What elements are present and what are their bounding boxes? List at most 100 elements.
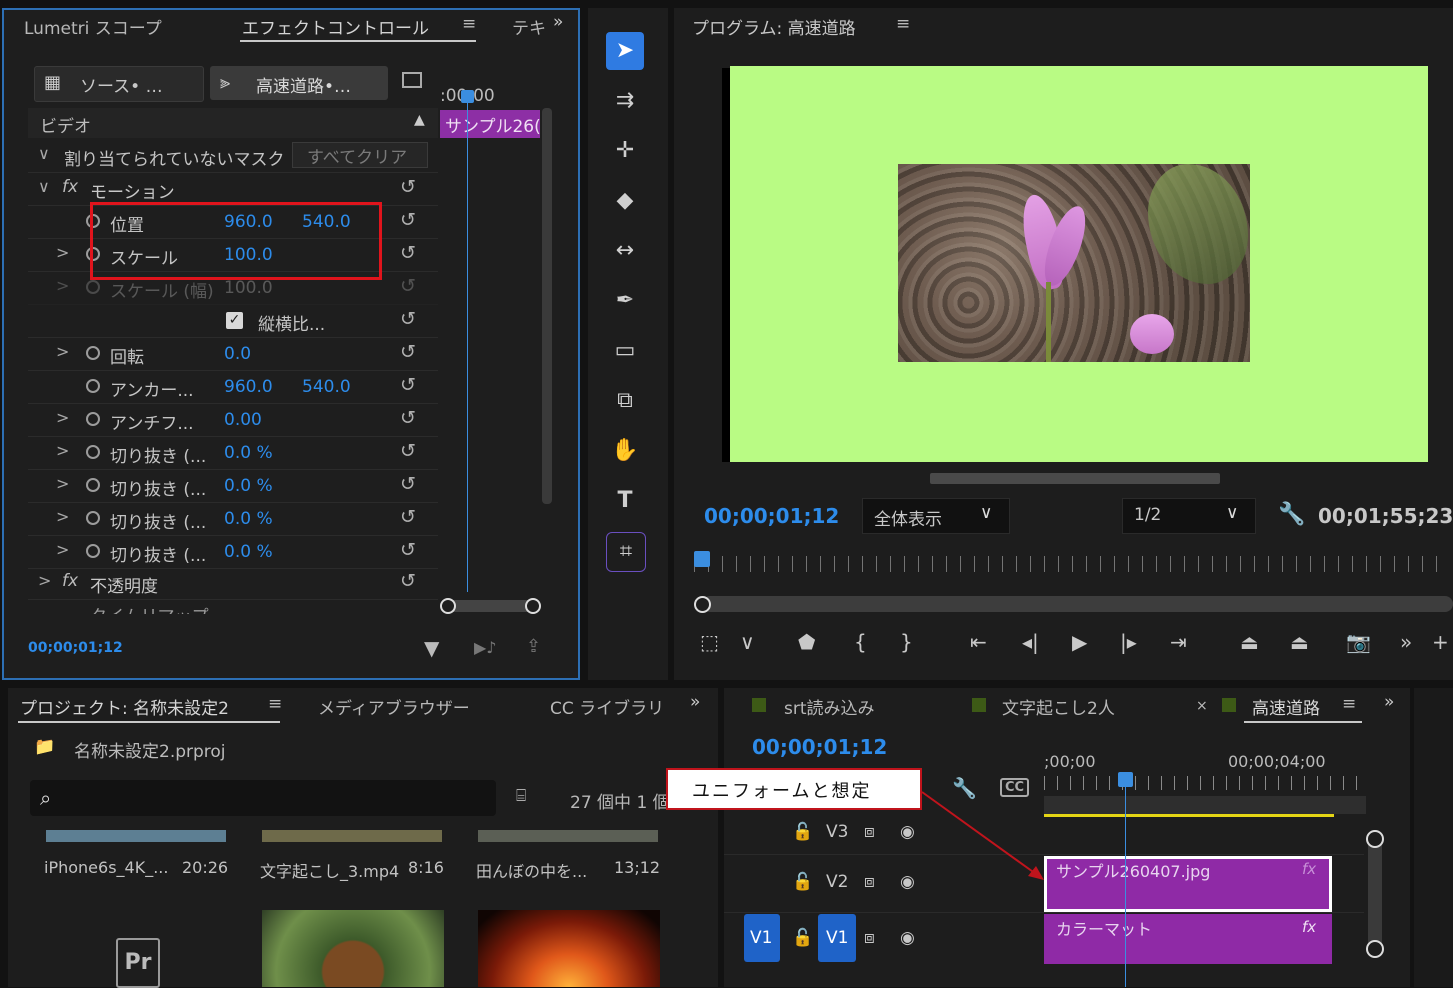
program-timecode[interactable]: 00;00;01;12 bbox=[704, 504, 839, 528]
crop-value[interactable]: 0.0 % bbox=[224, 476, 273, 496]
stopwatch-icon[interactable] bbox=[86, 544, 100, 558]
tab-cc-libraries[interactable]: CC ライブラリ bbox=[550, 694, 664, 719]
timeline-playhead-line[interactable] bbox=[1125, 786, 1126, 987]
thumbnail-waterwheel[interactable] bbox=[262, 910, 444, 987]
chevron-right-icon[interactable]: > bbox=[56, 441, 69, 460]
timeremap-row[interactable]: タイムリマップ bbox=[28, 600, 438, 614]
vertical-scrollbar[interactable] bbox=[1368, 838, 1382, 950]
selection-tool-icon[interactable]: ➤ bbox=[606, 32, 644, 70]
mark-in-icon[interactable]: { bbox=[854, 630, 867, 654]
zoom-handle-left[interactable] bbox=[440, 598, 456, 614]
premiere-file-icon[interactable]: Pr bbox=[116, 938, 160, 988]
reset-icon[interactable]: ↺ bbox=[400, 570, 416, 592]
pen-icon[interactable]: ✒ bbox=[606, 282, 644, 320]
mini-zoom-bar[interactable] bbox=[444, 600, 538, 612]
monitor-scrollbar[interactable] bbox=[930, 473, 1220, 484]
eye-icon[interactable]: ◉ bbox=[900, 872, 915, 892]
go-to-out-icon[interactable]: ⇥ bbox=[1170, 630, 1187, 654]
track-select-icon[interactable]: ⇉ bbox=[606, 82, 644, 120]
toggle-timeline-icon[interactable] bbox=[402, 72, 422, 88]
chevron-down-icon[interactable]: ∨ bbox=[740, 630, 755, 654]
tab-sequence-active[interactable]: 高速道路 bbox=[1252, 694, 1320, 719]
zoom-handle-left[interactable] bbox=[694, 596, 711, 613]
tab-lumetri-scope[interactable]: Lumetri スコープ bbox=[24, 14, 162, 39]
reset-icon[interactable]: ↺ bbox=[400, 242, 416, 264]
lock-icon[interactable]: 🔓 bbox=[792, 822, 813, 842]
program-playhead[interactable] bbox=[694, 551, 710, 567]
crop-value[interactable]: 0.0 % bbox=[224, 443, 273, 463]
reset-icon[interactable]: ↺ bbox=[400, 176, 416, 198]
anchor-x-value[interactable]: 960.0 bbox=[224, 377, 273, 397]
anchor-y-value[interactable]: 540.0 bbox=[302, 377, 351, 397]
thumbnail[interactable] bbox=[478, 830, 658, 842]
collapse-up-icon[interactable]: ▲ bbox=[414, 112, 425, 128]
reset-icon[interactable]: ↺ bbox=[400, 506, 416, 528]
safe-margins-icon[interactable]: ⬚ bbox=[700, 630, 719, 654]
tab-text[interactable]: テキ bbox=[512, 14, 546, 39]
panel-menu-icon[interactable]: ≡ bbox=[1342, 694, 1356, 714]
rectangle-icon[interactable]: ▭ bbox=[606, 332, 644, 370]
export-frame-icon[interactable]: 📷 bbox=[1346, 630, 1371, 654]
stopwatch-icon[interactable] bbox=[86, 445, 100, 459]
chevron-right-icon[interactable]: > bbox=[56, 342, 69, 361]
stopwatch-icon[interactable] bbox=[86, 511, 100, 525]
scroll-handle-bottom[interactable] bbox=[1366, 940, 1384, 958]
tab-sequence[interactable]: 文字起こし2人 bbox=[1002, 694, 1115, 719]
mark-out-icon[interactable]: } bbox=[900, 630, 913, 654]
eye-icon[interactable]: ◉ bbox=[900, 822, 915, 842]
mini-scrollbar[interactable] bbox=[542, 108, 552, 504]
stopwatch-icon[interactable] bbox=[86, 346, 100, 360]
eye-icon[interactable]: ◉ bbox=[900, 928, 915, 948]
mini-playhead-handle[interactable] bbox=[461, 90, 474, 103]
project-item-name[interactable]: 文字起こし_3.mp4 bbox=[260, 858, 399, 882]
timeline-ruler[interactable] bbox=[1044, 776, 1366, 790]
crop-value[interactable]: 0.0 % bbox=[224, 509, 273, 529]
reset-icon[interactable]: ↺ bbox=[400, 209, 416, 231]
project-item-name[interactable]: iPhone6s_4K_... bbox=[44, 858, 168, 877]
chevron-right-icon[interactable]: > bbox=[56, 474, 69, 493]
opacity-row[interactable]: > fx 不透明度 ↺ bbox=[28, 567, 438, 600]
program-time-ruler[interactable] bbox=[694, 556, 1444, 572]
track-label-v3[interactable]: V3 bbox=[826, 822, 848, 842]
overflow-chevron-icon[interactable]: » bbox=[690, 692, 700, 712]
reset-icon[interactable]: ↺ bbox=[400, 374, 416, 396]
mini-playhead[interactable] bbox=[467, 92, 468, 592]
timeline-timecode[interactable]: 00;00;01;12 bbox=[752, 735, 887, 759]
go-to-in-icon[interactable]: ⇤ bbox=[970, 630, 987, 654]
lock-icon[interactable]: 🔓 bbox=[792, 872, 813, 892]
rotation-value[interactable]: 0.0 bbox=[224, 344, 251, 364]
reset-icon[interactable]: ↺ bbox=[400, 341, 416, 363]
chevron-right-icon[interactable]: > bbox=[56, 408, 69, 427]
tab-effect-controls[interactable]: エフェクトコントロール bbox=[242, 14, 429, 39]
sync-lock-icon[interactable]: ⧈ bbox=[864, 928, 875, 948]
close-icon[interactable]: × bbox=[1196, 698, 1208, 714]
export-icon[interactable]: ⇪ bbox=[526, 636, 541, 657]
clear-all-button[interactable]: すべてクリア bbox=[292, 142, 428, 168]
add-button-icon[interactable]: + bbox=[1432, 630, 1449, 654]
tab-sequence[interactable]: srt読み込み bbox=[784, 694, 875, 719]
sync-lock-icon[interactable]: ⧈ bbox=[864, 872, 875, 892]
thumbnail[interactable] bbox=[262, 830, 442, 842]
crop-value[interactable]: 0.0 % bbox=[224, 542, 273, 562]
reset-icon[interactable]: ↺ bbox=[400, 308, 416, 330]
step-back-icon[interactable]: ◂| bbox=[1022, 630, 1039, 654]
project-item-name[interactable]: 田んぼの中を... bbox=[476, 858, 587, 882]
work-area-bar[interactable] bbox=[1044, 796, 1366, 814]
hand-icon[interactable]: ✋ bbox=[606, 432, 644, 470]
type-icon[interactable]: T bbox=[606, 482, 644, 520]
ripple-edit-icon[interactable]: ✛ bbox=[606, 132, 644, 170]
reset-icon[interactable]: ↺ bbox=[400, 473, 416, 495]
find-bin-icon[interactable]: ⌸ bbox=[516, 786, 526, 806]
stopwatch-icon[interactable] bbox=[86, 412, 100, 426]
stopwatch-icon[interactable] bbox=[86, 478, 100, 492]
thumbnail[interactable] bbox=[46, 830, 226, 842]
program-zoom-bar[interactable] bbox=[702, 596, 1453, 612]
chevron-down-icon[interactable]: ∨ bbox=[38, 177, 50, 196]
razor-icon[interactable]: ◆ bbox=[606, 182, 644, 220]
tab-media-browser[interactable]: メディアブラウザー bbox=[318, 694, 470, 719]
scroll-handle-top[interactable] bbox=[1366, 830, 1384, 848]
track-label-v2[interactable]: V2 bbox=[826, 872, 848, 892]
lock-icon[interactable]: 🔓 bbox=[792, 928, 813, 948]
sync-lock-icon[interactable]: ⧈ bbox=[864, 822, 875, 842]
antiflicker-value[interactable]: 0.00 bbox=[224, 410, 262, 430]
